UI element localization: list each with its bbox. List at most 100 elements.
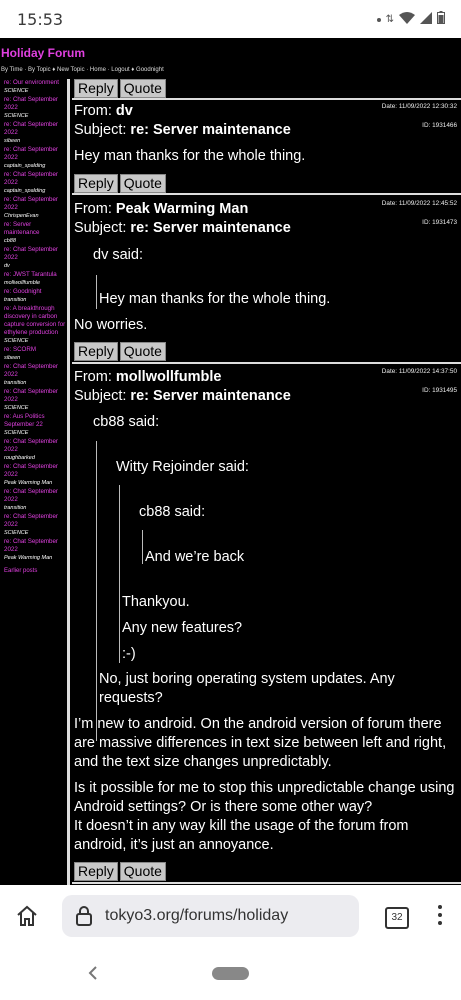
status-icons: ⇅: [376, 11, 445, 29]
sidebar-item-title[interactable]: re: Chat September 2022: [4, 513, 67, 529]
post-body: No worries.: [74, 317, 148, 333]
quote-button[interactable]: Quote: [119, 862, 166, 881]
sidebar-item-author: transition: [4, 380, 27, 386]
quote-author: cb88 said:: [139, 504, 206, 520]
quote-button[interactable]: Quote: [119, 174, 166, 193]
sidebar-item[interactable]: re: JWST Tarantula mollwollfumble: [4, 271, 67, 287]
home-icon[interactable]: [15, 905, 39, 932]
recent-posts-sidebar: re: Our environment SCIENCE re: Chat Septe…: [0, 79, 70, 885]
nav-home[interactable]: Home: [90, 67, 106, 73]
sidebar-item-title[interactable]: re: Chat September 2022: [4, 121, 67, 137]
reply-button[interactable]: Reply: [74, 342, 118, 361]
forum-title[interactable]: Holiday Forum: [1, 46, 85, 60]
post-body-line: It doesn’t in any way kill the usage of …: [74, 818, 409, 834]
post-author[interactable]: Peak Warming Man: [116, 201, 248, 217]
sidebar-item[interactable]: re: Chat September 2022 Peak Warming Man: [4, 463, 67, 487]
quote-bar: [142, 530, 143, 564]
sidebar-item-author: ChrispenEvan: [4, 213, 39, 219]
post-from: From: Peak Warming Man: [74, 201, 249, 217]
post-author[interactable]: mollwollfumble: [116, 369, 222, 385]
wifi-icon: [399, 11, 415, 29]
sidebar-item[interactable]: re: Chat September 2022 captain_spalding: [4, 146, 67, 170]
sidebar-item[interactable]: re: Aus Politics September 22 SCIENCE: [4, 413, 67, 437]
more-menu-icon[interactable]: [438, 905, 442, 930]
dot-icon: [376, 18, 381, 22]
nav-logout[interactable]: Logout: [111, 67, 129, 73]
sidebar-item[interactable]: re: Chat September 2022 transition: [4, 488, 67, 512]
sidebar-item[interactable]: re: Chat September 2022 SCIENCE: [4, 513, 67, 537]
sidebar-item-author: SCIENCE: [4, 88, 29, 94]
earlier-posts-link[interactable]: Earlier posts: [4, 568, 67, 574]
url-text[interactable]: tokyo3.org/forums/holiday: [105, 907, 288, 925]
sidebar-item[interactable]: re: Chat September 2022 SCIENCE: [4, 96, 67, 120]
sidebar-item[interactable]: re: Our environment SCIENCE: [4, 79, 67, 95]
sidebar-item-title[interactable]: re: JWST Tarantula: [4, 271, 67, 279]
quote-author: dv said:: [93, 247, 143, 263]
forum-nav: By Time · By Topic ♦ New Topic · Home · …: [1, 67, 164, 73]
reply-button[interactable]: Reply: [74, 174, 118, 193]
quote-button[interactable]: Quote: [119, 342, 166, 361]
sidebar-item-author: captain_spalding: [4, 188, 46, 194]
sidebar-item-title[interactable]: re: Chat September 2022: [4, 146, 67, 162]
post-body-line: Is it possible for me to stop this unpre…: [74, 780, 455, 796]
sidebar-item-author: transition: [4, 297, 27, 303]
reply-button[interactable]: Reply: [74, 862, 118, 881]
post-body-line: and the text size changes unpredictably.: [74, 754, 332, 770]
post-body: Hey man thanks for the whole thing.: [74, 148, 306, 164]
sidebar-item-title[interactable]: re: Aus Politics September 22: [4, 413, 67, 429]
sidebar-item[interactable]: re: Chat September 2022 SCIENCE: [4, 388, 67, 412]
nav-new-topic[interactable]: New Topic: [57, 67, 85, 73]
post: From: mollwollfumble Date: 11/09/2022 14…: [74, 364, 461, 864]
sidebar-item[interactable]: re: Server maintenance cb88: [4, 221, 67, 245]
sidebar-item[interactable]: re: SCORM sibeen: [4, 346, 67, 362]
back-icon[interactable]: [88, 965, 98, 986]
battery-icon: [437, 11, 445, 29]
sidebar-item-title[interactable]: re: Chat September 2022: [4, 463, 67, 479]
quote-bar: [96, 275, 97, 309]
post-body-line: I’m new to android. On the android versi…: [74, 716, 442, 732]
sidebar-item[interactable]: re: Goodnight transition: [4, 288, 67, 304]
sidebar-item[interactable]: re: Chat September 2022 ChrispenEvan: [4, 196, 67, 220]
nav-by-time[interactable]: By Time: [1, 67, 23, 73]
sidebar-item-title[interactable]: re: Chat September 2022: [4, 538, 67, 554]
sidebar-item-title[interactable]: re: SCORM: [4, 346, 67, 354]
sidebar-item-title[interactable]: re: Our environment: [4, 79, 67, 87]
sidebar-item-author: SCIENCE: [4, 338, 29, 344]
sidebar-item[interactable]: re: Chat September 2022 roughbarked: [4, 438, 67, 462]
sidebar-item-author: dv: [4, 263, 10, 269]
sidebar-item-author: Peak Warming Man: [4, 480, 53, 486]
nav-by-topic[interactable]: By Topic: [28, 67, 51, 73]
home-pill[interactable]: [212, 967, 249, 980]
sidebar-item-author: roughbarked: [4, 455, 35, 461]
quote-button[interactable]: Quote: [119, 79, 166, 98]
quote-text: :-): [122, 646, 136, 662]
reply-button[interactable]: Reply: [74, 79, 118, 98]
address-bar[interactable]: tokyo3.org/forums/holiday: [62, 895, 359, 937]
nav-goodnight[interactable]: Goodnight: [136, 67, 164, 73]
sidebar-item-title[interactable]: re: Chat September 2022: [4, 363, 67, 379]
sidebar-item[interactable]: re: Chat September 2022 transition: [4, 363, 67, 387]
post-body-line: android, it’s just an annoyance.: [74, 837, 274, 853]
sidebar-item[interactable]: re: Chat September 2022 sibeen: [4, 121, 67, 145]
sidebar-item[interactable]: re: Chat September 2022 captain_spalding: [4, 171, 67, 195]
sidebar-item-title[interactable]: re: A breakthrough discovery in carbon c…: [4, 305, 67, 337]
post-date: Date: 11/09/2022 14:37:50: [381, 368, 457, 375]
sidebar-item-title[interactable]: re: Server maintenance: [4, 221, 67, 237]
sidebar-item[interactable]: re: Chat September 2022 dv: [4, 246, 67, 270]
post: From: Peak Warming Man Date: 11/09/2022 …: [74, 197, 461, 347]
lock-icon[interactable]: [76, 906, 92, 931]
thread-view: Reply Quote From: dv Date: 11/09/2022 12…: [72, 79, 461, 885]
sidebar-item-title[interactable]: re: Chat September 2022: [4, 96, 67, 112]
sidebar-item-title[interactable]: re: Chat September 2022: [4, 488, 67, 504]
sidebar-item[interactable]: re: Chat September 2022 Peak Warming Man: [4, 538, 67, 562]
sidebar-item-title[interactable]: re: Goodnight: [4, 288, 67, 296]
sidebar-item-title[interactable]: re: Chat September 2022: [4, 246, 67, 262]
post-author[interactable]: dv: [116, 103, 133, 119]
sidebar-item-title[interactable]: re: Chat September 2022: [4, 171, 67, 187]
sidebar-item-title[interactable]: re: Chat September 2022: [4, 196, 67, 212]
sidebar-item-title[interactable]: re: Chat September 2022: [4, 388, 67, 404]
sidebar-item-title[interactable]: re: Chat September 2022: [4, 438, 67, 454]
post-from: From: mollwollfumble: [74, 369, 222, 385]
sidebar-item[interactable]: re: A breakthrough discovery in carbon c…: [4, 305, 67, 345]
tab-switcher-button[interactable]: 32: [385, 907, 409, 929]
